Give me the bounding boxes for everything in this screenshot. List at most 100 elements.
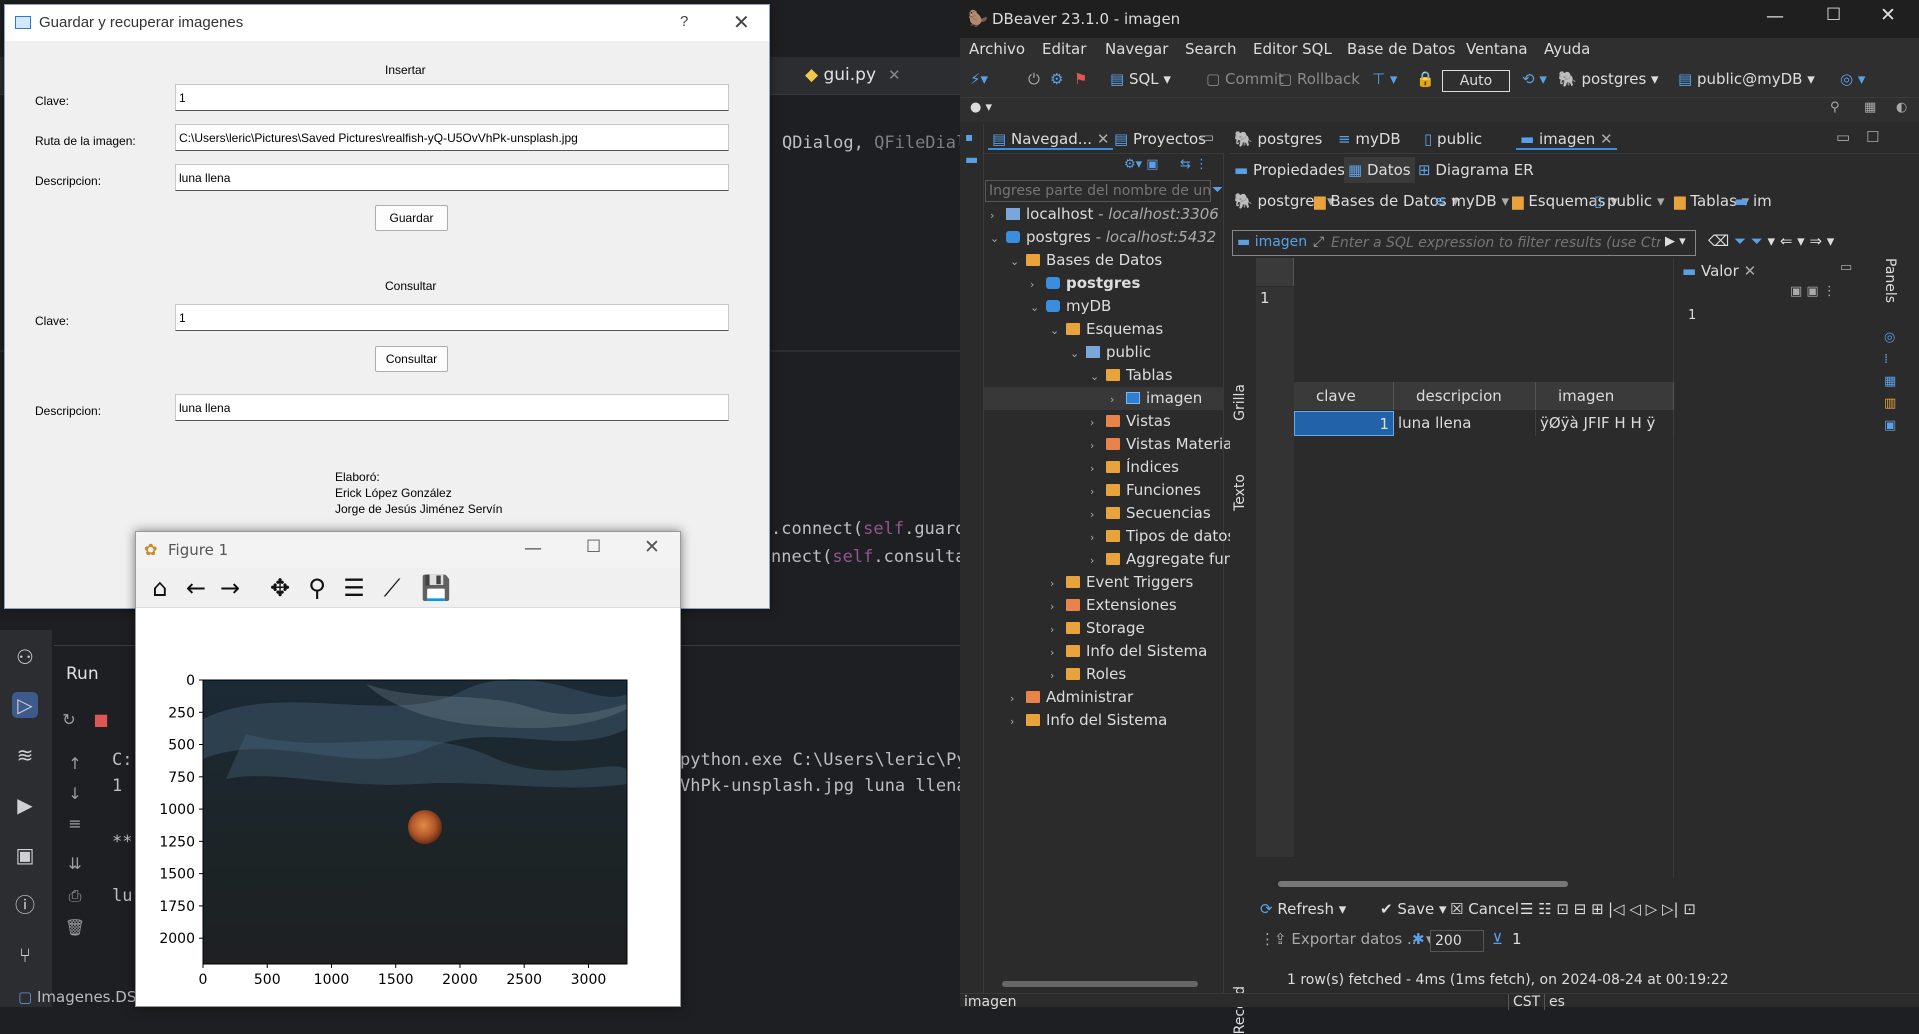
tree-item[interactable]: › Vistas Materializada (984, 433, 1276, 457)
expand-arrow-icon[interactable]: › (1030, 273, 1046, 296)
tree-item[interactable]: › Extensiones (984, 594, 1224, 617)
expand-arrow-icon[interactable]: ⌄ (990, 227, 1006, 250)
home-icon[interactable]: ⌂ (146, 574, 174, 602)
expand-arrow-icon[interactable]: › (1050, 618, 1066, 641)
maximize-icon[interactable]: ☐ (1866, 128, 1879, 146)
tab-postgres[interactable]: 🐘 postgres (1234, 130, 1322, 148)
filter-expression-input[interactable] (1331, 233, 1661, 253)
auto-commit-box[interactable]: Auto (1442, 70, 1510, 92)
active-schema[interactable]: ▤ public@myDB ▾ (1678, 70, 1815, 88)
expand-arrow-icon[interactable]: › (1010, 687, 1026, 710)
expand-arrow-icon[interactable]: › (1090, 434, 1106, 457)
rerun-icon[interactable]: ↻ (58, 710, 80, 732)
menu-editar[interactable]: Editar (1042, 40, 1086, 58)
expand-arrow-icon[interactable]: › (1090, 411, 1106, 434)
connect-icon[interactable]: ⚙ (1050, 70, 1063, 88)
scroll-end-icon[interactable]: ⇊ (64, 854, 86, 876)
panel-icon[interactable]: ⁞ (1884, 352, 1888, 367)
layers-icon[interactable]: ≋ (12, 742, 38, 768)
python-console-icon[interactable]: ⚇ (12, 644, 38, 670)
panel-icon[interactable]: ▦ (1884, 374, 1896, 389)
disconnect-icon[interactable]: ⚑ (1074, 70, 1087, 88)
column-clave[interactable]: clave (1294, 382, 1394, 410)
fetch-next-icon[interactable]: ⊻ (1492, 930, 1503, 948)
export-button[interactable]: ⇪ Exportar datos ... ▾ (1274, 930, 1434, 948)
active-datasource[interactable]: 🐘 postgres ▾ (1558, 70, 1659, 88)
cell-clave[interactable]: 1 (1294, 411, 1394, 436)
down-arrow-icon[interactable]: ↓ (64, 784, 86, 806)
tree-item[interactable]: ⌄ Bases de Datos (984, 249, 1224, 272)
fetch-size-input[interactable] (1430, 930, 1484, 952)
breadcrumb-item[interactable]: ▬ im (1734, 192, 1772, 210)
stop-icon[interactable]: ■ (90, 710, 112, 732)
close-icon[interactable]: ✕ (1880, 4, 1896, 26)
transaction-mode-icon[interactable]: ⊤ ▾ (1372, 70, 1397, 88)
tree-item[interactable]: › Event Triggers (984, 571, 1224, 594)
query-button[interactable]: Consultar (375, 346, 448, 372)
navigator-icon[interactable]: ▬ (965, 152, 978, 168)
run-title[interactable]: Run (66, 664, 99, 684)
expand-arrow-icon[interactable]: › (1090, 503, 1106, 526)
close-icon[interactable]: ✕ (888, 66, 901, 84)
expand-arrow-icon[interactable]: › (1090, 480, 1106, 503)
value-content[interactable]: 1 (1688, 308, 1696, 323)
menu-navegar[interactable]: Navegar (1105, 40, 1168, 58)
chevron-down-icon[interactable]: ▾ (1652, 192, 1665, 210)
wrap-icon[interactable]: ≡ (64, 814, 86, 836)
close-button[interactable]: ✕ (733, 10, 750, 35)
horizontal-scrollbar[interactable] (1002, 981, 1198, 987)
minimize-icon[interactable]: ▭ (1840, 260, 1852, 275)
tree-item[interactable]: › Tipos de datos (984, 525, 1235, 549)
tree-item[interactable]: › Vistas (984, 410, 1224, 433)
minimize-icon[interactable]: ▭ (1836, 128, 1850, 146)
tab-grid[interactable]: Grilla (1232, 384, 1248, 421)
trash-icon[interactable]: 🗑 (64, 918, 86, 940)
expand-arrow-icon[interactable]: › (1090, 526, 1106, 549)
commit-button[interactable]: ▢ Commit (1206, 70, 1284, 88)
refresh-button[interactable]: ⟳ Refresh ▾ (1260, 900, 1346, 918)
tree-item[interactable]: › Secuencias (984, 502, 1224, 525)
tab-gui-py[interactable]: ◆ gui.py ✕ (805, 65, 901, 85)
column-descripcion[interactable]: descripcion (1394, 382, 1536, 410)
tree-item[interactable]: ⌄ myDB (984, 295, 1224, 318)
problems-icon[interactable]: ⓘ (12, 892, 38, 918)
pager-icons[interactable]: |◁ ◁ ▷ ▷| ⊡ (1608, 900, 1696, 918)
expand-arrow-icon[interactable]: › (1090, 549, 1106, 572)
minimize-icon[interactable]: ▭ (1200, 128, 1214, 146)
globe-icon[interactable]: ◎ ▾ (1840, 70, 1865, 88)
filter-icon[interactable]: ⏷ (1212, 182, 1223, 198)
tree-item[interactable]: › Índices (984, 456, 1224, 479)
maximize-icon[interactable]: ☐ (586, 537, 601, 557)
subtab-er-diagram[interactable]: ⊞ Diagrama ER (1418, 161, 1534, 179)
expand-arrow-icon[interactable]: ⌄ (1050, 319, 1066, 342)
configure-subplots-icon[interactable]: ☰ (340, 574, 368, 602)
menu-archivo[interactable]: Archivo (969, 40, 1025, 58)
tree-item[interactable]: ⌄ public (984, 341, 1224, 364)
close-icon[interactable]: ✕ (1097, 130, 1110, 148)
menu-search[interactable]: Search (1185, 40, 1237, 58)
help-button[interactable]: ? (680, 13, 688, 30)
expand-arrow-icon[interactable]: › (990, 204, 1006, 227)
cell-imagen[interactable]: ÿØÿà JFIF H H ÿ (1536, 411, 1674, 436)
plug-icon[interactable]: ⏻ (1028, 70, 1040, 88)
minimize-icon[interactable]: — (1766, 6, 1784, 27)
filter-dropdown-icon[interactable]: ▶ ▾ (1665, 234, 1686, 249)
value-panel-actions[interactable]: ▣ ▣ ⋮ (1790, 284, 1836, 299)
save-figure-icon[interactable]: 💾 (421, 574, 451, 602)
tree-item[interactable]: › Funciones (984, 479, 1224, 502)
history-icon[interactable]: ⟲ ▾ (1522, 70, 1547, 88)
navigator-filter-input[interactable] (985, 180, 1211, 202)
services-icon[interactable]: ▶ (12, 792, 38, 818)
tab-imagen[interactable]: ▬ imagen ✕ (1516, 130, 1617, 150)
back-icon[interactable]: ← (182, 574, 210, 602)
expand-arrow-icon[interactable]: › (1050, 595, 1066, 618)
zoom-icon[interactable]: ⚲ (303, 574, 331, 602)
expand-arrow-icon[interactable]: › (1090, 457, 1106, 480)
tree-item[interactable]: › imagen (984, 387, 1224, 410)
cancel-button[interactable]: ☒ Cancel (1450, 900, 1519, 918)
query-desc-output[interactable] (175, 394, 729, 421)
expand-arrow-icon[interactable]: ⌄ (1070, 342, 1086, 365)
tree-item[interactable]: › postgres (984, 272, 1224, 295)
terminal-icon[interactable]: ▣ (12, 842, 38, 868)
close-icon[interactable]: ✕ (1600, 130, 1613, 148)
